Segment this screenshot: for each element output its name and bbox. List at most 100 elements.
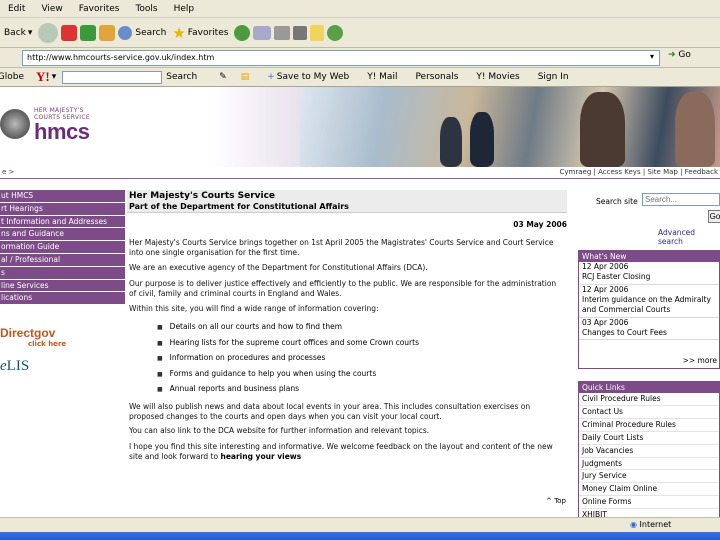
menu-tools[interactable]: Tools bbox=[135, 4, 157, 14]
news-item[interactable]: 12 Apr 2006 RCJ Easter Closing bbox=[579, 262, 719, 285]
go-button[interactable]: ➜ Go bbox=[668, 50, 691, 60]
nav-item-about[interactable]: ut HMCS bbox=[0, 190, 125, 203]
logo-wordmark: hmcs bbox=[34, 119, 90, 144]
utility-links[interactable]: Cymraeg | Access Keys | Site Map | Feedb… bbox=[560, 168, 719, 176]
top-link[interactable]: ^ Top bbox=[546, 497, 566, 505]
personals-button[interactable]: Personals bbox=[415, 72, 458, 82]
quick-link-contact[interactable]: Contact Us bbox=[579, 406, 719, 419]
whats-new-panel: What's New 12 Apr 2006 RCJ Easter Closin… bbox=[578, 250, 720, 369]
back-button[interactable]: Back ▾ bbox=[4, 28, 32, 38]
search-input[interactable] bbox=[642, 193, 720, 206]
signin-button[interactable]: Sign In bbox=[538, 72, 569, 82]
advanced-search-link[interactable]: Advanced search bbox=[658, 228, 720, 246]
news-title[interactable]: RCJ Easter Closing bbox=[582, 272, 719, 282]
photo-figure bbox=[675, 92, 715, 167]
menu-favorites[interactable]: Favorites bbox=[79, 4, 120, 14]
nav-item-forms-guidance[interactable]: ns and Guidance bbox=[0, 228, 125, 242]
nav-item-legal-professional[interactable]: al / Professional bbox=[0, 253, 125, 267]
quick-link-judgments[interactable]: Judgments bbox=[579, 458, 719, 471]
menu-view[interactable]: View bbox=[41, 4, 62, 14]
address-bar: http://www.hmcourts-service.gov.uk/index… bbox=[0, 48, 720, 68]
page-date: 03 May 2006 bbox=[513, 220, 567, 229]
directgov-link[interactable]: Directgov click here bbox=[0, 326, 125, 348]
elis-link[interactable]: eLIS bbox=[0, 358, 29, 375]
quick-link-job-vacancies[interactable]: Job Vacancies bbox=[579, 445, 719, 458]
address-dropdown-icon[interactable]: ▾ bbox=[650, 52, 654, 61]
photo-figure bbox=[580, 92, 625, 167]
list-item: Details on all our courts and how to fin… bbox=[157, 322, 419, 338]
nav-item-publications[interactable]: lications bbox=[0, 292, 125, 306]
mail-icon[interactable] bbox=[253, 25, 272, 40]
hmcs-logo[interactable]: HER MAJESTY'S COURTS SERVICE hmcs bbox=[0, 87, 300, 167]
list-item: Forms and guidance to help you when usin… bbox=[157, 369, 419, 385]
list-item: Annual reports and business plans bbox=[157, 384, 419, 400]
breadcrumb[interactable]: e > bbox=[2, 168, 14, 176]
quick-links-heading: Quick Links bbox=[579, 382, 719, 393]
save-to-my-web-button[interactable]: Save to My Web bbox=[277, 72, 349, 82]
address-input[interactable]: http://www.hmcourts-service.gov.uk/index… bbox=[22, 50, 660, 66]
news-title[interactable]: Interim guidance on the Admiralty and Co… bbox=[582, 295, 719, 315]
messenger-icon[interactable] bbox=[327, 24, 344, 41]
home-icon[interactable] bbox=[99, 24, 116, 41]
search-go-button[interactable]: Go bbox=[708, 210, 720, 223]
movies-button[interactable]: Y! Movies bbox=[476, 72, 519, 82]
intro-paragraph: Her Majesty's Courts Service brings toge… bbox=[129, 238, 554, 257]
elis-prefix: e bbox=[0, 358, 7, 374]
nav-item-court-information[interactable]: t Information and Addresses bbox=[0, 215, 125, 229]
nav-item-online-services[interactable]: line Services bbox=[0, 279, 125, 293]
news-title[interactable]: Changes to Court Fees bbox=[582, 328, 719, 338]
status-bar: ◉ Internet bbox=[0, 517, 720, 532]
pencil-icon[interactable]: ✎ bbox=[219, 72, 227, 82]
stop-icon[interactable] bbox=[61, 24, 78, 41]
highlight-icon[interactable]: ▤ bbox=[241, 72, 250, 82]
more-news-link[interactable]: >> more bbox=[579, 354, 719, 368]
hearing-your-views-link[interactable]: hearing your views bbox=[220, 452, 301, 461]
events-paragraph: We will also publish news and data about… bbox=[129, 402, 531, 421]
chevron-down-icon[interactable]: ▾ bbox=[28, 28, 33, 38]
photo-figure bbox=[470, 112, 494, 167]
news-date: 12 Apr 2006 bbox=[582, 285, 629, 294]
yahoo-dropdown-icon[interactable]: ▾ bbox=[52, 72, 57, 82]
refresh-icon[interactable] bbox=[80, 24, 97, 41]
directgov-click-here: click here bbox=[28, 340, 67, 348]
save-icon[interactable]: + bbox=[267, 72, 275, 82]
quick-link-online-forms[interactable]: Online Forms bbox=[579, 496, 719, 510]
yahoo-logo-icon[interactable]: Y! bbox=[36, 69, 50, 85]
news-item[interactable]: 12 Apr 2006 Interim guidance on the Admi… bbox=[579, 285, 719, 318]
menu-bar: Edit View Favorites Tools Help bbox=[0, 0, 720, 18]
forward-icon[interactable] bbox=[38, 22, 59, 43]
search-button[interactable]: Search bbox=[118, 25, 166, 40]
print-icon[interactable] bbox=[274, 25, 291, 40]
whats-new-heading: What's New bbox=[579, 251, 719, 262]
menu-edit[interactable]: Edit bbox=[8, 4, 25, 14]
nav-item-court-hearings[interactable]: rt Hearings bbox=[0, 202, 125, 216]
yahoo-search-button[interactable]: Search bbox=[166, 72, 197, 82]
mail-y-button[interactable]: Y! Mail bbox=[367, 72, 397, 82]
quick-link-money-claim[interactable]: Money Claim Online bbox=[579, 483, 719, 497]
list-item: Information on procedures and processes bbox=[157, 353, 419, 369]
yahoo-search-box[interactable] bbox=[62, 70, 163, 84]
menu-help[interactable]: Help bbox=[174, 4, 195, 14]
nav-item-s[interactable]: s bbox=[0, 266, 125, 280]
quick-link-daily-court-lists[interactable]: Daily Court Lists bbox=[579, 432, 719, 445]
status-zone-label: Internet bbox=[639, 520, 672, 529]
edit-icon[interactable] bbox=[293, 25, 308, 40]
left-navigation: ut HMCS rt Hearings t Information and Ad… bbox=[0, 190, 125, 306]
elis-logo: LIS bbox=[6, 358, 30, 374]
purpose-paragraph: Our purpose is to deliver justice effect… bbox=[129, 279, 557, 298]
quick-link-jury-service[interactable]: Jury Service bbox=[579, 470, 719, 484]
quick-link-criminal-procedure[interactable]: Criminal Procedure Rules bbox=[579, 419, 719, 432]
quick-link-civil-procedure[interactable]: Civil Procedure Rules bbox=[579, 393, 719, 406]
nav-item-information-guide[interactable]: ormation Guide bbox=[0, 241, 125, 254]
agency-paragraph: We are an executive agency of the Depart… bbox=[129, 263, 428, 272]
notes-icon[interactable] bbox=[310, 24, 325, 41]
news-item[interactable]: 03 Apr 2006 Changes to Court Fees bbox=[579, 318, 719, 340]
globe-label[interactable]: Globe bbox=[0, 72, 24, 82]
page-subtitle: Part of the Department for Constitutiona… bbox=[129, 202, 349, 211]
back-label: Back bbox=[4, 27, 26, 38]
history-icon[interactable] bbox=[234, 24, 251, 41]
logo-line-1: HER MAJESTY'S bbox=[34, 107, 84, 114]
coverage-list: Details on all our courts and how to fin… bbox=[157, 322, 419, 400]
favorites-button[interactable]: ★ Favorites bbox=[172, 24, 228, 42]
news-date: 12 Apr 2006 bbox=[582, 262, 629, 271]
